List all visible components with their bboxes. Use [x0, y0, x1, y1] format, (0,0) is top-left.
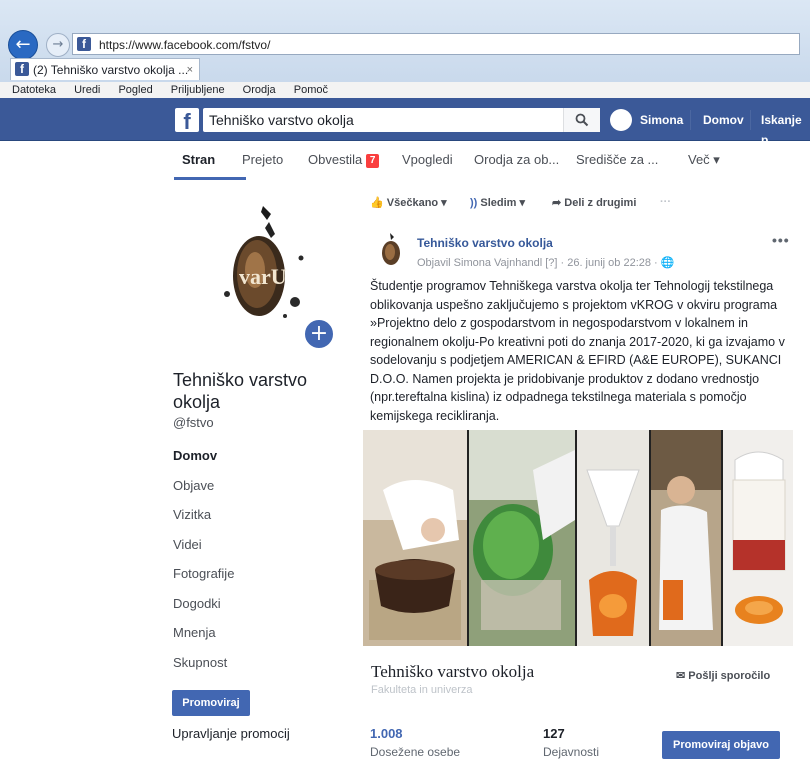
browser-chrome: ← → f https://www.facebook.com/fstvo/ f …	[0, 0, 810, 83]
tab-notifications[interactable]: Obvestila 7	[308, 152, 380, 168]
rss-feed-icon: ))	[470, 197, 478, 209]
engagement-label: Dejavnosti	[543, 745, 600, 759]
tab-close-icon[interactable]: ×	[187, 59, 193, 81]
post-photos	[363, 430, 793, 646]
page-tabs: Stran Prejeto Obvestila 7 Vpogledi Orodj…	[0, 140, 810, 180]
notification-badge: 7	[365, 154, 380, 168]
liked-button[interactable]: 👍 Všečkano ▾	[370, 196, 447, 209]
photo-3	[577, 430, 649, 646]
profile-picture-image: varU	[205, 198, 325, 326]
page-profile-picture[interactable]: varU	[205, 198, 325, 326]
tab-page[interactable]: Stran	[182, 152, 215, 167]
share-button[interactable]: ➦ Deli z drugimi	[552, 196, 636, 209]
facebook-favicon-icon: f	[77, 37, 91, 51]
tab-insights[interactable]: Vpogledi	[402, 152, 453, 167]
more-actions-button[interactable]: ···	[660, 196, 671, 208]
active-tab-indicator	[174, 177, 246, 180]
menu-view[interactable]: Pogled	[118, 84, 152, 96]
sidebar-item-photos[interactable]: Fotografije	[173, 566, 234, 596]
post-meta: Objavil Simona Vajnhandl [?] · 26. junij…	[417, 257, 675, 269]
header-divider	[750, 110, 751, 130]
thumbs-up-icon: 👍	[370, 197, 384, 209]
menu-tools[interactable]: Orodja	[243, 84, 276, 96]
photo-5	[723, 430, 793, 646]
page-title: Tehniško varstvo okolja	[173, 370, 308, 412]
liked-label: Všečkano ▾	[386, 197, 447, 209]
sidebar-item-events[interactable]: Dogodki	[173, 596, 234, 626]
add-photo-plus-icon[interactable]: +	[303, 318, 335, 350]
page-sidebar-nav: Domov Objave Vizitka Videi Fotografije D…	[173, 448, 234, 684]
tab-more[interactable]: Več ▾	[688, 152, 720, 168]
tab-inbox[interactable]: Prejeto	[242, 152, 283, 167]
tab-notifications-label: Obvestila	[308, 152, 363, 167]
promote-post-button[interactable]: Promoviraj objavo	[662, 731, 780, 759]
menu-edit[interactable]: Uredi	[74, 84, 100, 96]
send-message-button[interactable]: ✉ Pošlji sporočilo	[676, 669, 770, 682]
facebook-favicon-icon: f	[15, 62, 29, 76]
address-url: https://www.facebook.com/fstvo/	[99, 38, 271, 52]
share-label: Deli z drugimi	[564, 197, 637, 209]
post-avatar-image	[382, 233, 400, 265]
reach-value: 1.008	[370, 726, 403, 741]
tab-title: (2) Tehniško varstvo okolja ...	[33, 63, 189, 77]
search-icon	[575, 113, 589, 127]
search-input[interactable]: Tehniško varstvo okolja	[203, 108, 599, 132]
browser-menubar: Datoteka Uredi Pogled Priljubljene Orodj…	[0, 82, 810, 98]
post-photo-collage[interactable]	[363, 430, 793, 646]
photo-1	[363, 430, 467, 646]
tab-publishing-tools[interactable]: Orodja za ob...	[474, 152, 559, 167]
header-divider	[690, 110, 691, 130]
user-avatar[interactable]	[610, 109, 632, 131]
user-profile-link[interactable]: Simona	[640, 110, 683, 130]
tab-ad-center[interactable]: Središče za ...	[576, 152, 658, 167]
browser-tab[interactable]: f (2) Tehniško varstvo okolja ... ×	[10, 58, 200, 80]
following-label: Sledim ▾	[480, 197, 526, 209]
sidebar-item-videos[interactable]: Videi	[173, 537, 234, 567]
engagement-value: 127	[543, 726, 565, 741]
menu-favorites[interactable]: Priljubljene	[171, 84, 225, 96]
promote-button[interactable]: Promoviraj	[172, 690, 250, 716]
sidebar-item-about[interactable]: Vizitka	[173, 507, 234, 537]
reach-label: Dosežene osebe	[370, 745, 461, 759]
page-card-title[interactable]: Tehniško varstvo okolja	[371, 662, 534, 682]
menu-file[interactable]: Datoteka	[12, 84, 56, 96]
facebook-logo-icon[interactable]: f	[175, 108, 199, 134]
sidebar-item-home[interactable]: Domov	[173, 448, 234, 478]
menu-help[interactable]: Pomoč	[294, 84, 328, 96]
facebook-header: f Tehniško varstvo okolja Simona Domov I…	[0, 98, 810, 147]
post-author-link[interactable]: Tehniško varstvo okolja	[417, 236, 553, 250]
back-arrow-icon[interactable]: ←	[8, 30, 38, 60]
post-options-icon[interactable]: •••	[772, 232, 790, 248]
messenger-icon: ✉	[676, 670, 686, 682]
address-bar[interactable]: f https://www.facebook.com/fstvo/	[72, 33, 800, 55]
home-link[interactable]: Domov	[703, 110, 744, 130]
page-category: Fakulteta in univerza	[371, 684, 473, 696]
search-button[interactable]	[563, 108, 600, 132]
post-text: Študentje programov Tehniškega varstva o…	[370, 279, 785, 423]
sidebar-item-reviews[interactable]: Mnenja	[173, 625, 234, 655]
send-message-label: Pošlji sporočilo	[688, 670, 771, 682]
sidebar-item-posts[interactable]: Objave	[173, 478, 234, 508]
post-author-avatar[interactable]	[375, 232, 407, 266]
svg-text:varU: varU	[239, 264, 287, 289]
page-handle: @fstvo	[173, 415, 214, 430]
photo-4	[651, 430, 721, 646]
photo-2	[469, 430, 575, 646]
manage-promotions-link[interactable]: Upravljanje promocij	[172, 726, 290, 741]
following-button[interactable]: )) Sledim ▾	[470, 196, 525, 209]
forward-arrow-icon[interactable]: →	[46, 33, 70, 57]
sidebar-item-community[interactable]: Skupnost	[173, 655, 234, 685]
share-arrow-icon: ➦	[552, 197, 562, 209]
